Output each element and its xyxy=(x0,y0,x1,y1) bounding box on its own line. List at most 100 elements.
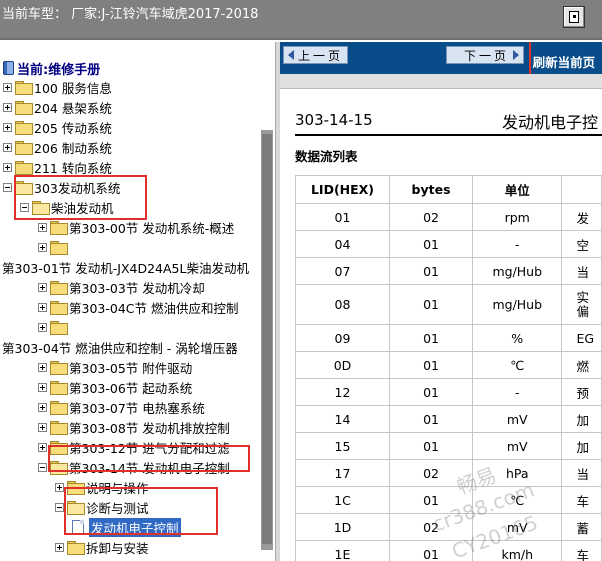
tree-node[interactable]: 第303-07节 电热塞系统 xyxy=(38,397,205,417)
expand-icon[interactable] xyxy=(38,442,47,452)
cell-unit: - xyxy=(472,378,563,406)
window-title: 当前车型： 厂家:J-江铃汽车域虎2017-2018 xyxy=(2,7,259,22)
tree-node[interactable]: 第303-03节 发动机冷却 xyxy=(38,277,205,297)
expand-icon[interactable] xyxy=(38,382,47,392)
document-horizontal-strip xyxy=(280,74,602,89)
document-pane: 上一页 下一页 |刷新当前页 303-14-15 发动机电子控 数据流列表 LI… xyxy=(280,42,602,561)
cell-unit: mV xyxy=(472,405,563,433)
tree-node[interactable]: 204 悬架系统 xyxy=(3,97,112,117)
title-rule xyxy=(295,134,602,136)
cell-description: 加 xyxy=(561,405,602,433)
highlight-box-303-14 xyxy=(48,445,250,472)
restore-window-button[interactable] xyxy=(563,6,585,28)
folder-icon xyxy=(15,141,33,155)
cell-bytes: 01 xyxy=(388,378,474,406)
tree-node[interactable]: 第303-01节 发动机-JX4D24A5L柴油发动机 xyxy=(2,257,249,277)
expand-icon[interactable] xyxy=(38,222,47,232)
folder-icon xyxy=(50,221,68,235)
data-list-heading: 数据流列表 xyxy=(295,149,358,164)
tree-node[interactable]: 第303-04节 燃油供应和控制 - 涡轮增压器 xyxy=(2,337,238,357)
tree-node[interactable]: 205 传动系统 xyxy=(3,117,112,137)
cell-bytes: 02 xyxy=(388,203,474,231)
folder-icon xyxy=(50,381,68,395)
cell-description: 当 xyxy=(561,257,602,285)
collapse-icon[interactable] xyxy=(38,462,47,472)
tree-node[interactable]: 第303-06节 起动系统 xyxy=(38,377,192,397)
table-row: 17 02 hPa 当 xyxy=(295,459,602,487)
tree-node-label: 第303-01节 发动机-JX4D24A5L柴油发动机 xyxy=(2,260,249,276)
cell-bytes: 01 xyxy=(388,405,474,433)
table-row: 04 01- 空 xyxy=(295,230,602,258)
cell-lid: 12 xyxy=(295,378,390,406)
tree-root[interactable]: 当前:维修手册 xyxy=(3,59,100,78)
cell-lid: 08 xyxy=(295,284,390,325)
tree-node[interactable] xyxy=(38,317,69,337)
table-row: 09 01% EG xyxy=(295,324,602,352)
expand-icon[interactable] xyxy=(38,322,47,332)
tree-node-label: 100 服务信息 xyxy=(34,80,112,96)
expand-icon[interactable] xyxy=(55,482,64,492)
table-row: 14 01 mV 加 xyxy=(295,405,602,433)
cell-unit: mV xyxy=(472,432,563,460)
expand-icon[interactable] xyxy=(38,362,47,372)
expand-icon[interactable] xyxy=(3,162,12,172)
tree-node-label: 206 制动系统 xyxy=(34,140,112,156)
cell-description: 车 xyxy=(561,540,602,561)
tree-node[interactable]: 第303-00节 发动机系统-概述 xyxy=(38,217,234,237)
folder-icon xyxy=(50,241,68,255)
expand-icon[interactable] xyxy=(3,122,12,132)
tree-vertical-scrollbar[interactable] xyxy=(261,130,273,550)
expand-icon[interactable] xyxy=(38,242,47,252)
cell-description: 车 xyxy=(561,486,602,514)
expand-icon[interactable] xyxy=(38,302,47,312)
cell-description: 燃 xyxy=(561,351,602,379)
folder-icon xyxy=(50,361,68,375)
cell-lid: 17 xyxy=(295,459,390,487)
folder-icon xyxy=(50,401,68,415)
tree-pane: 当前:维修手册 100 服务信息 204 悬架系统 205 传动系统 206 制动系统… xyxy=(0,42,275,561)
tree-node[interactable]: 第303-08节 发动机排放控制 xyxy=(38,417,230,437)
table-header-row: LID(HEX) bytes 单位 xyxy=(295,175,602,204)
cell-description: EG xyxy=(561,324,602,352)
table-row: 07 01 mg/Hub 当 xyxy=(295,257,602,285)
expand-icon[interactable] xyxy=(3,102,12,112)
collapse-icon[interactable] xyxy=(55,502,64,512)
cell-unit: mg/Hub xyxy=(472,257,563,285)
cell-description: 发 xyxy=(561,203,602,231)
folder-icon xyxy=(67,541,85,555)
tree-node-label: 205 传动系统 xyxy=(34,120,112,136)
cell-description: 预 xyxy=(561,378,602,406)
expand-icon[interactable] xyxy=(3,142,12,152)
cell-description: 蓄 xyxy=(561,513,602,541)
cell-description: 当 xyxy=(561,459,602,487)
tree-node[interactable]: 100 服务信息 xyxy=(3,77,112,97)
tree-node[interactable] xyxy=(38,237,69,257)
highlight-box-303 xyxy=(14,175,147,220)
expand-icon[interactable] xyxy=(38,402,47,412)
folder-icon xyxy=(15,121,33,135)
folder-icon xyxy=(15,101,33,115)
manual-book-icon xyxy=(3,61,14,75)
folder-icon xyxy=(50,301,68,315)
folder-icon xyxy=(50,321,68,335)
cell-lid: 01 xyxy=(295,203,390,231)
cell-bytes: 01 xyxy=(388,324,474,352)
collapse-icon[interactable] xyxy=(3,182,12,192)
tree-node-label: 第303-08节 发动机排放控制 xyxy=(69,420,230,436)
tree-node[interactable]: 第303-05节 附件驱动 xyxy=(38,357,192,377)
tree-node-label: 211 转向系统 xyxy=(34,160,112,176)
expand-icon[interactable] xyxy=(38,422,47,432)
expand-icon[interactable] xyxy=(3,82,12,92)
data-stream-table: LID(HEX) bytes 单位 01 02 rpm 发 04 01- 空 07 01 mg/H… xyxy=(295,175,602,561)
table-row: 12 01- 预 xyxy=(295,378,602,406)
tree-node[interactable]: 211 转向系统 xyxy=(3,157,112,177)
tree-node[interactable]: 拆卸与安装 xyxy=(55,537,149,557)
scrollbar-thumb[interactable] xyxy=(262,134,272,544)
tree-node[interactable]: 206 制动系统 xyxy=(3,137,112,157)
tree-node[interactable]: 第303-04C节 燃油供应和控制 xyxy=(38,297,238,317)
expand-icon[interactable] xyxy=(55,542,64,552)
refresh-page-link[interactable]: |刷新当前页 xyxy=(528,52,595,71)
expand-icon[interactable] xyxy=(38,282,47,292)
tree-node[interactable]: 汽油发动机 xyxy=(20,557,114,561)
cell-description: 实 偏 xyxy=(561,284,602,325)
